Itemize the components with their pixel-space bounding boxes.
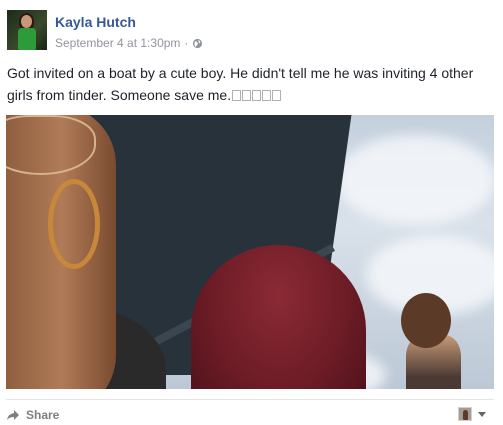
meta-separator: ·	[184, 36, 189, 50]
viewer-figure	[463, 410, 468, 420]
photo-cloud	[336, 135, 494, 225]
author-avatar[interactable]	[7, 10, 47, 50]
share-button[interactable]: Share	[6, 406, 59, 424]
hoop-earring	[48, 179, 100, 269]
third-person-hair	[401, 293, 451, 348]
avatar-dress	[18, 28, 36, 50]
viewer-thumbnail[interactable]	[458, 407, 472, 421]
post-card: Kayla Hutch September 4 at 1:30pm · Got …	[0, 0, 503, 425]
post-timestamp[interactable]: September 4 at 1:30pm	[55, 36, 180, 50]
avatar-face	[21, 15, 32, 28]
author-name-link[interactable]: Kayla Hutch	[55, 14, 136, 30]
caret-down-icon[interactable]	[478, 412, 486, 417]
share-arrow-icon	[7, 410, 19, 420]
post-photo[interactable]	[6, 115, 494, 389]
globe-icon[interactable]	[192, 38, 203, 49]
share-label: Share	[26, 408, 60, 422]
footer-divider	[6, 399, 494, 400]
post-meta: September 4 at 1:30pm ·	[55, 36, 203, 50]
post-caption: Got invited on a boat by a cute boy. He …	[7, 62, 497, 106]
emoji-placeholders	[231, 87, 282, 103]
